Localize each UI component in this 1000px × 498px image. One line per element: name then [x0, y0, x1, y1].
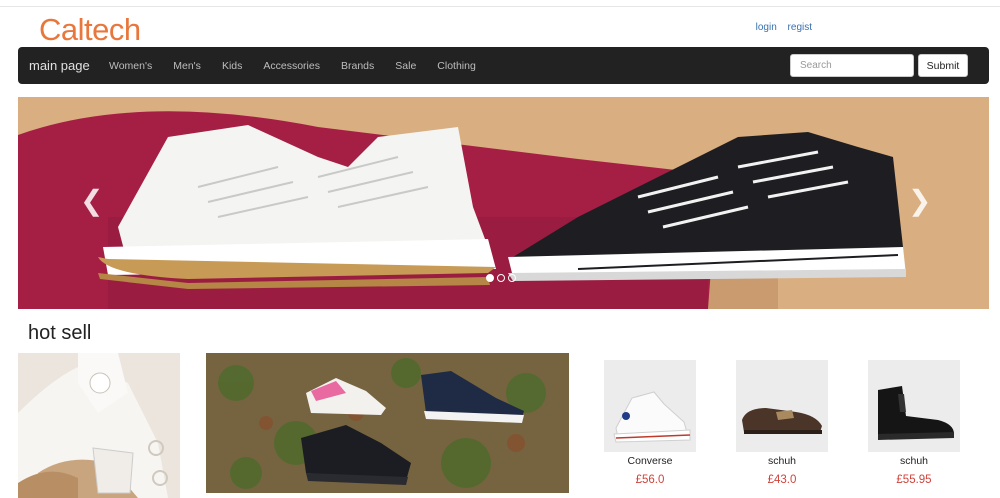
product-image-converse[interactable] — [604, 360, 696, 452]
product-image-loafer[interactable] — [736, 360, 828, 452]
hot-sell-title: hot sell — [28, 322, 92, 344]
product-card[interactable]: schuh £43.0 — [736, 360, 828, 486]
nav-menu: Women's Men's Kids Accessories Brands Sa… — [109, 47, 497, 84]
main-navbar: main page Women's Men's Kids Accessories… — [18, 47, 989, 84]
nav-item-clothing[interactable]: Clothing — [437, 60, 476, 72]
auth-links: login regist — [748, 22, 812, 33]
chevron-left-icon[interactable]: ❮ — [80, 187, 103, 215]
nav-item-sale[interactable]: Sale — [395, 60, 416, 72]
hero-carousel[interactable]: ❮ ❯ — [18, 97, 989, 309]
product-name: schuh — [899, 455, 929, 467]
product-price: £43.0 — [767, 474, 797, 486]
loafer-shoe-image — [736, 360, 828, 452]
sneakers-on-grass-image — [206, 353, 569, 493]
nav-item-accessories[interactable]: Accessories — [263, 60, 320, 72]
nav-item-mens[interactable]: Men's — [173, 60, 201, 72]
promo-image-sneakers-on-grass[interactable] — [206, 353, 569, 493]
submit-button[interactable]: Submit — [918, 54, 968, 77]
sneaker-closeup-image — [18, 353, 180, 498]
site-logo[interactable]: Caltech — [39, 12, 141, 48]
login-link[interactable]: login — [756, 22, 777, 33]
nav-item-brands[interactable]: Brands — [341, 60, 374, 72]
nav-item-kids[interactable]: Kids — [222, 60, 242, 72]
product-price: £56.0 — [635, 474, 665, 486]
product-image-chelsea-boot[interactable] — [868, 360, 960, 452]
product-card[interactable]: schuh £55.95 — [868, 360, 960, 486]
carousel-dot-3[interactable] — [508, 274, 516, 282]
search-input[interactable] — [790, 54, 914, 77]
product-price: £55.95 — [896, 474, 932, 486]
chevron-right-icon[interactable]: ❯ — [908, 187, 931, 215]
carousel-dot-1[interactable] — [486, 274, 494, 282]
product-card[interactable]: Converse £56.0 — [604, 360, 696, 486]
carousel-indicators — [486, 274, 516, 282]
nav-brand-main-page[interactable]: main page — [29, 58, 90, 73]
product-name: schuh — [767, 455, 797, 467]
chelsea-boot-image — [868, 360, 960, 452]
product-name: Converse — [627, 455, 673, 467]
register-link[interactable]: regist — [788, 22, 812, 33]
carousel-dot-2[interactable] — [497, 274, 505, 282]
nav-item-womens[interactable]: Women's — [109, 60, 152, 72]
top-divider — [0, 6, 1000, 7]
converse-shoe-image — [604, 360, 696, 452]
promo-image-sneaker-closeup[interactable] — [18, 353, 180, 498]
